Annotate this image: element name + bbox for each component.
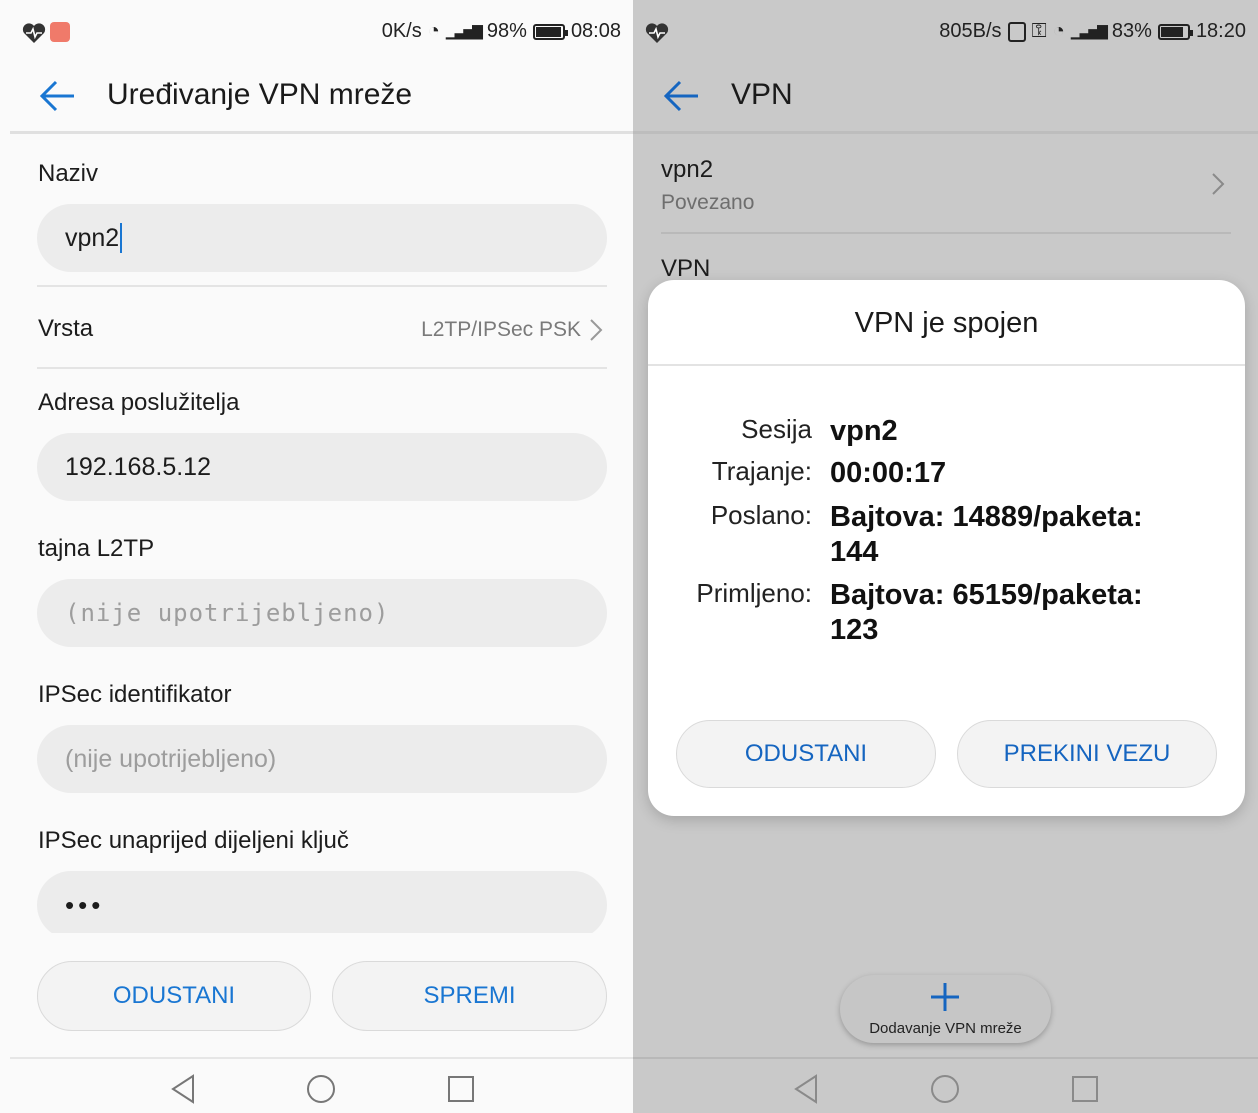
divider — [661, 232, 1231, 234]
ipsec-id-input[interactable]: (nije upotrijebljeno) — [37, 725, 607, 793]
notification-app-icon — [50, 22, 70, 42]
add-vpn-label: Dodavanje VPN mreže — [869, 1020, 1022, 1037]
vpn-list-item[interactable]: vpn2 Povezano — [661, 140, 1231, 232]
dialog-title: VPN je spojen — [854, 307, 1039, 339]
ipsec-id-placeholder: (nije upotrijebljeno) — [65, 744, 277, 773]
received-label: Primljeno: — [696, 578, 812, 608]
psk-clip: ••• — [0, 871, 633, 933]
server-address-value: 192.168.5.12 — [65, 452, 211, 481]
chevron-right-icon — [590, 319, 603, 341]
duration-value: 00:00:17 — [830, 457, 947, 489]
signal-icon: ▁▃▅▇ — [445, 23, 483, 39]
vpn-list-item[interactable]: VPN — [661, 236, 1231, 286]
health-icon — [22, 23, 46, 43]
psk-label: IPSec unaprijed dijeljeni ključ — [38, 827, 349, 854]
back-arrow-icon[interactable] — [662, 76, 702, 116]
vpn-list-screen: 805B/s ⚿ ◔ ▁▃▅▇ 83% 18:20 VPN vpn2 Povez… — [633, 0, 1258, 1113]
battery-icon — [1157, 23, 1193, 40]
disconnect-button[interactable]: PREKINI VEZU — [957, 720, 1217, 788]
vpn-connected-dialog: VPN je spojen Sesija vpn2 Trajanje: 00:0… — [648, 280, 1245, 816]
network-speed: 805B/s — [939, 20, 1002, 42]
vpn-item-status: Povezano — [661, 191, 755, 214]
battery-fill — [535, 26, 562, 37]
vpn-item-name: VPN — [661, 255, 711, 282]
session-value: vpn2 — [830, 415, 898, 447]
clock: 08:08 — [570, 20, 621, 42]
status-bar: 0K/s ◔ ▁▃▅▇ 98% 08:08 — [0, 0, 633, 64]
nfc-icon — [1007, 21, 1026, 42]
duration-label: Trajanje: — [711, 456, 812, 486]
name-input-value: vpn2 — [65, 223, 120, 252]
dialog-cancel-button[interactable]: ODUSTANI — [676, 720, 936, 788]
vpn-key-icon: ⚿ — [1031, 20, 1047, 42]
battery-icon — [532, 23, 568, 40]
l2tp-secret-input[interactable]: (nije upotrijebljeno) — [37, 579, 607, 647]
type-row[interactable]: Vrsta L2TP/IPSec PSK — [37, 290, 607, 368]
received-row: Primljeno: Bajtova: 65159/paketa: 123 — [648, 578, 1245, 648]
wifi-icon: ◔ — [1052, 20, 1065, 42]
wifi-icon: ◔ — [427, 20, 440, 42]
sent-value: Bajtova: 14889/paketa: 144 — [830, 500, 1170, 570]
save-button[interactable]: SPREMI — [332, 961, 607, 1031]
text-cursor — [120, 223, 123, 253]
clock: 18:20 — [1195, 20, 1246, 42]
signal-icon: ▁▃▅▇ — [1070, 23, 1108, 39]
network-speed: 0K/s — [381, 20, 422, 42]
chevron-right-icon — [1212, 173, 1225, 195]
ipsec-id-label: IPSec identifikator — [38, 681, 232, 708]
duration-row: Trajanje: 00:00:17 — [648, 456, 1245, 491]
session-label: Sesija — [741, 414, 812, 444]
battery-percent: 83% — [1111, 20, 1152, 42]
name-label: Naziv — [38, 160, 99, 187]
vpn-item-name: vpn2 — [661, 156, 714, 183]
l2tp-secret-label: tajna L2TP — [38, 535, 155, 562]
name-input[interactable]: vpn2 — [37, 204, 607, 272]
back-arrow-icon[interactable] — [38, 76, 78, 116]
divider — [37, 285, 607, 287]
divider — [37, 367, 607, 369]
status-bar: 805B/s ⚿ ◔ ▁▃▅▇ 83% 18:20 — [633, 0, 1258, 64]
appbar-divider — [633, 131, 1258, 134]
cancel-button[interactable]: ODUSTANI — [37, 961, 311, 1031]
server-label: Adresa poslužitelja — [38, 389, 240, 416]
add-vpn-button[interactable]: Dodavanje VPN mreže — [840, 975, 1051, 1043]
session-row: Sesija vpn2 — [648, 414, 1245, 449]
page-title: Uređivanje VPN mreže — [107, 78, 413, 111]
nav-recents-icon[interactable] — [447, 1075, 475, 1103]
health-icon — [645, 23, 669, 43]
navigation-bar — [0, 1057, 633, 1113]
dialog-divider — [648, 364, 1245, 366]
plus-icon — [931, 983, 959, 1011]
nav-home-icon[interactable] — [930, 1074, 960, 1104]
sent-label: Poslano: — [710, 500, 812, 530]
sent-value-line: 144 — [830, 536, 879, 568]
psk-input[interactable]: ••• — [37, 871, 607, 933]
received-value-line: Bajtova: 65159/paketa: — [830, 579, 1143, 611]
page-title: VPN — [731, 78, 793, 111]
type-label: Vrsta — [38, 315, 94, 342]
server-address-input[interactable]: 192.168.5.12 — [37, 433, 607, 501]
l2tp-secret-placeholder: (nije upotrijebljeno) — [65, 599, 390, 627]
nav-back-icon[interactable] — [793, 1074, 819, 1104]
appbar-divider — [10, 131, 633, 134]
nav-home-icon[interactable] — [306, 1074, 336, 1104]
sent-row: Poslano: Bajtova: 14889/paketa: 144 — [648, 500, 1245, 570]
vpn-edit-screen: 0K/s ◔ ▁▃▅▇ 98% 08:08 Uređivanje VPN mre… — [0, 0, 633, 1113]
type-value: L2TP/IPSec PSK — [421, 318, 581, 341]
nav-recents-icon[interactable] — [1071, 1075, 1099, 1103]
received-value: Bajtova: 65159/paketa: 123 — [830, 578, 1170, 648]
battery-fill — [1160, 26, 1183, 37]
navigation-bar — [633, 1057, 1258, 1113]
psk-value: ••• — [65, 889, 105, 920]
sent-value-line: Bajtova: 14889/paketa: — [830, 501, 1143, 533]
nav-back-icon[interactable] — [170, 1074, 196, 1104]
received-value-line: 123 — [830, 614, 879, 646]
battery-percent: 98% — [486, 20, 527, 42]
